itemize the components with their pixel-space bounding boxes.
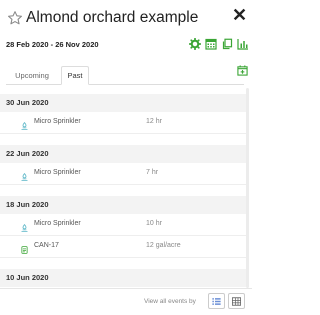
- date-group-header: 18 Jun 2020: [0, 196, 246, 214]
- event-amount: 12 hr: [146, 118, 162, 125]
- list-view-button[interactable]: [208, 293, 225, 309]
- irrigation-icon: [20, 220, 29, 232]
- calendar-grid-icon[interactable]: [205, 38, 217, 50]
- date-group-header: 30 Jun 2020: [0, 94, 246, 112]
- panel-header: Almond orchard example ✕ 28 Feb 2020 - 2…: [0, 0, 252, 60]
- view-all-label: View all events by: [144, 298, 196, 305]
- event-name: Micro Sprinkler: [34, 169, 81, 176]
- date-group-header: 10 Jun 2020: [0, 269, 246, 287]
- close-icon: ✕: [232, 5, 248, 25]
- gear-icon[interactable]: [189, 38, 201, 50]
- event-row[interactable]: Micro Sprinkler 12 hr: [0, 112, 246, 134]
- event-name: CAN-17: [34, 242, 59, 249]
- event-amount: 7 hr: [146, 169, 159, 176]
- date-group-header: 22 Jun 2020: [0, 145, 246, 163]
- list-icon: [212, 298, 221, 305]
- bar-chart-icon[interactable]: [237, 38, 249, 50]
- fertilizer-icon: [20, 242, 29, 254]
- close-button[interactable]: ✕: [232, 6, 247, 24]
- star-icon[interactable]: [7, 10, 23, 26]
- copy-icon[interactable]: [221, 38, 233, 50]
- grid-view-button[interactable]: [228, 293, 245, 309]
- footer: View all events by: [0, 288, 252, 315]
- event-amount: 12 gal/acre: [146, 242, 181, 249]
- page-title: Almond orchard example: [26, 9, 199, 26]
- event-row[interactable]: Micro Sprinkler 10 hr: [0, 214, 246, 236]
- add-event-icon[interactable]: [237, 65, 248, 76]
- event-name: Micro Sprinkler: [34, 220, 81, 227]
- event-list: 30 Jun 2020 Micro Sprinkler 12 hr 22 Jun 20…: [0, 86, 252, 288]
- tab-past[interactable]: Past: [61, 66, 89, 85]
- event-row[interactable]: CAN-17 12 gal/acre: [0, 236, 246, 258]
- table-icon: [232, 297, 241, 306]
- scrollbar[interactable]: [246, 88, 249, 288]
- irrigation-icon: [20, 118, 29, 130]
- irrigation-icon: [20, 169, 29, 181]
- event-name: Micro Sprinkler: [34, 118, 81, 125]
- date-range: 28 Feb 2020 - 26 Nov 2020: [6, 40, 99, 49]
- event-amount: 10 hr: [146, 220, 162, 227]
- tab-upcoming[interactable]: Upcoming: [6, 66, 58, 85]
- event-row[interactable]: Micro Sprinkler 7 hr: [0, 163, 246, 185]
